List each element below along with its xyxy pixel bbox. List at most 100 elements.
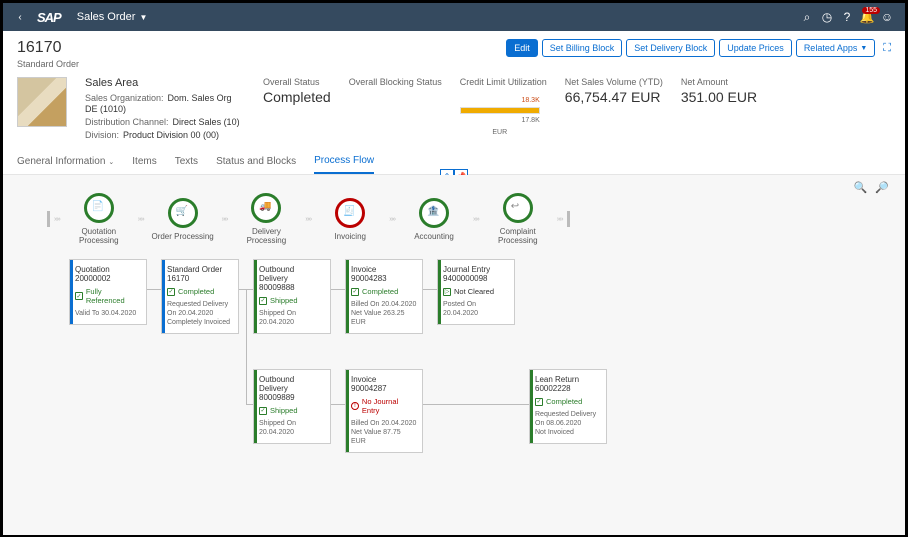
card-meta: Completely Invoiced: [167, 318, 233, 327]
chevron-icon: »»: [222, 216, 228, 223]
overall-status-value: Completed: [263, 89, 331, 105]
lane-complaint[interactable]: ↩ Complaint Processing: [483, 193, 553, 245]
check-icon: ✓: [259, 407, 267, 415]
card-id: 16170: [167, 274, 233, 283]
object-header: Sales Area Sales Organization:Dom. Sales…: [3, 73, 905, 149]
clock-icon[interactable]: ◷: [817, 10, 837, 24]
card-id: 20000002: [75, 274, 141, 283]
check-icon: ✓: [535, 398, 543, 406]
card-meta: Not Invoiced: [535, 428, 601, 437]
card-quotation[interactable]: Quotation 20000002 ✓Fully Referenced Val…: [69, 259, 147, 325]
lane-quotation[interactable]: 📄 Quotation Processing: [64, 193, 134, 245]
tab-process-flow[interactable]: Process Flow: [314, 149, 374, 174]
pending-icon: ▷: [443, 288, 451, 296]
object-image: [17, 77, 67, 127]
card-status: Completed: [546, 397, 582, 406]
lane-header-row: »» 📄 Quotation Processing »» 🛒 Order Pro…: [47, 193, 891, 245]
zoom-out-icon[interactable]: 🔎: [875, 181, 889, 194]
tab-general[interactable]: General Information ⌄: [17, 149, 114, 174]
set-delivery-block-button[interactable]: Set Delivery Block: [626, 39, 715, 57]
check-icon: ✓: [351, 288, 359, 296]
tab-items[interactable]: Items: [132, 149, 156, 174]
overall-status-label: Overall Status: [263, 77, 331, 87]
card-title: Lean Return: [535, 375, 601, 384]
lane-delivery-label: Delivery Processing: [231, 227, 301, 245]
card-status: Shipped: [270, 406, 298, 415]
clu-bar: [460, 107, 540, 114]
chevron-icon: »»: [557, 216, 563, 223]
credit-limit-label: Credit Limit Utilization: [460, 77, 547, 87]
card-status: No Journal Entry: [362, 397, 417, 415]
lane-invoicing[interactable]: 🧾 Invoicing: [315, 198, 385, 241]
card-meta: Net Value 87.75 EUR: [351, 428, 417, 446]
lane-end-marker: [567, 211, 570, 227]
notification-icon[interactable]: 🔔155: [857, 10, 877, 24]
lane-invoicing-label: Invoicing: [334, 232, 366, 241]
card-meta: Valid To 30.04.2020: [75, 309, 141, 318]
clu-max: 18.3K: [521, 97, 539, 104]
shell-title-text: Sales Order: [77, 11, 136, 23]
chevron-down-icon: ▼: [139, 13, 147, 22]
anchor-bar: General Information ⌄ Items Texts Status…: [3, 149, 905, 175]
error-icon: !: [351, 402, 359, 410]
card-status: Completed: [178, 287, 214, 296]
card-title: Outbound Delivery: [259, 265, 325, 283]
connector: [246, 289, 247, 404]
card-order[interactable]: Standard Order 16170 ✓Completed Requeste…: [161, 259, 239, 334]
card-meta: Billed On 20.04.2020: [351, 419, 417, 428]
zoom-in-icon[interactable]: 🔍: [854, 181, 868, 194]
nsv-label: Net Sales Volume (YTD): [565, 77, 663, 87]
set-billing-block-button[interactable]: Set Billing Block: [542, 39, 623, 57]
lane-quotation-label: Quotation Processing: [64, 227, 134, 245]
card-lean-return[interactable]: Lean Return 60002228 ✓Completed Requeste…: [529, 369, 607, 444]
edit-button[interactable]: Edit: [506, 39, 538, 57]
dist-channel-value: Direct Sales (10): [173, 117, 240, 127]
back-button[interactable]: ‹: [11, 12, 29, 23]
card-delivery-2[interactable]: Outbound Delivery 80009889 ✓Shipped Ship…: [253, 369, 331, 444]
chevron-icon: »»: [54, 216, 60, 223]
lane-delivery[interactable]: 🚚 Delivery Processing: [231, 193, 301, 245]
card-title: Quotation: [75, 265, 141, 274]
update-prices-button[interactable]: Update Prices: [719, 39, 792, 57]
lane-order-label: Order Processing: [151, 232, 213, 241]
card-meta: Posted On 20.04.2020: [443, 300, 509, 318]
tab-texts[interactable]: Texts: [175, 149, 198, 174]
sales-area-title: Sales Area: [85, 77, 245, 89]
page-header: 16170 Standard Order Edit Set Billing Bl…: [3, 31, 905, 73]
card-id: 80009889: [259, 393, 325, 402]
clu-used: 17.8K: [521, 117, 539, 124]
card-meta: Billed On 20.04.2020: [351, 300, 417, 309]
lane-order[interactable]: 🛒 Order Processing: [148, 198, 218, 241]
card-status: Not Cleared: [454, 287, 494, 296]
help-icon[interactable]: ?: [837, 10, 857, 24]
card-meta: Shipped On 20.04.2020: [259, 419, 325, 437]
chevron-icon: »»: [305, 216, 311, 223]
card-journal-entry[interactable]: Journal Entry 9400000098 ▷Not Cleared Po…: [437, 259, 515, 325]
return-icon: ↩: [511, 201, 525, 215]
card-invoice-1[interactable]: Invoice 90004283 ✓Completed Billed On 20…: [345, 259, 423, 334]
process-flow-section: 🔍 🔎 »» 📄 Quotation Processing »» 🛒 Order…: [3, 175, 905, 535]
card-id: 80009888: [259, 283, 325, 292]
chevron-down-icon: ⌄: [108, 158, 114, 166]
lane-complaint-label: Complaint Processing: [483, 227, 553, 245]
chevron-down-icon: ▼: [860, 45, 867, 52]
tab-general-label: General Information: [17, 156, 105, 167]
chevron-icon: »»: [389, 216, 395, 223]
tab-status-blocks[interactable]: Status and Blocks: [216, 149, 296, 174]
lane-accounting-label: Accounting: [414, 232, 454, 241]
card-delivery-1[interactable]: Outbound Delivery 80009888 ✓Shipped Ship…: [253, 259, 331, 334]
user-icon[interactable]: ☺: [877, 10, 897, 24]
lane-accounting[interactable]: 🏦 Accounting: [399, 198, 469, 241]
card-id: 9400000098: [443, 274, 509, 283]
related-apps-button[interactable]: Related Apps ▼: [796, 39, 875, 57]
document-icon: 📄: [92, 201, 106, 215]
search-icon[interactable]: ⌕: [797, 10, 817, 25]
net-amount-label: Net Amount: [681, 77, 757, 87]
fullscreen-icon[interactable]: ⛶: [883, 42, 891, 55]
card-invoice-2[interactable]: Invoice 90004287 !No Journal Entry Bille…: [345, 369, 423, 453]
shell-title[interactable]: Sales Order ▼: [77, 11, 148, 23]
chevron-icon: »»: [138, 216, 144, 223]
receipt-icon: 🧾: [343, 206, 357, 220]
card-title: Invoice: [351, 375, 417, 384]
cart-icon: 🛒: [176, 206, 190, 220]
